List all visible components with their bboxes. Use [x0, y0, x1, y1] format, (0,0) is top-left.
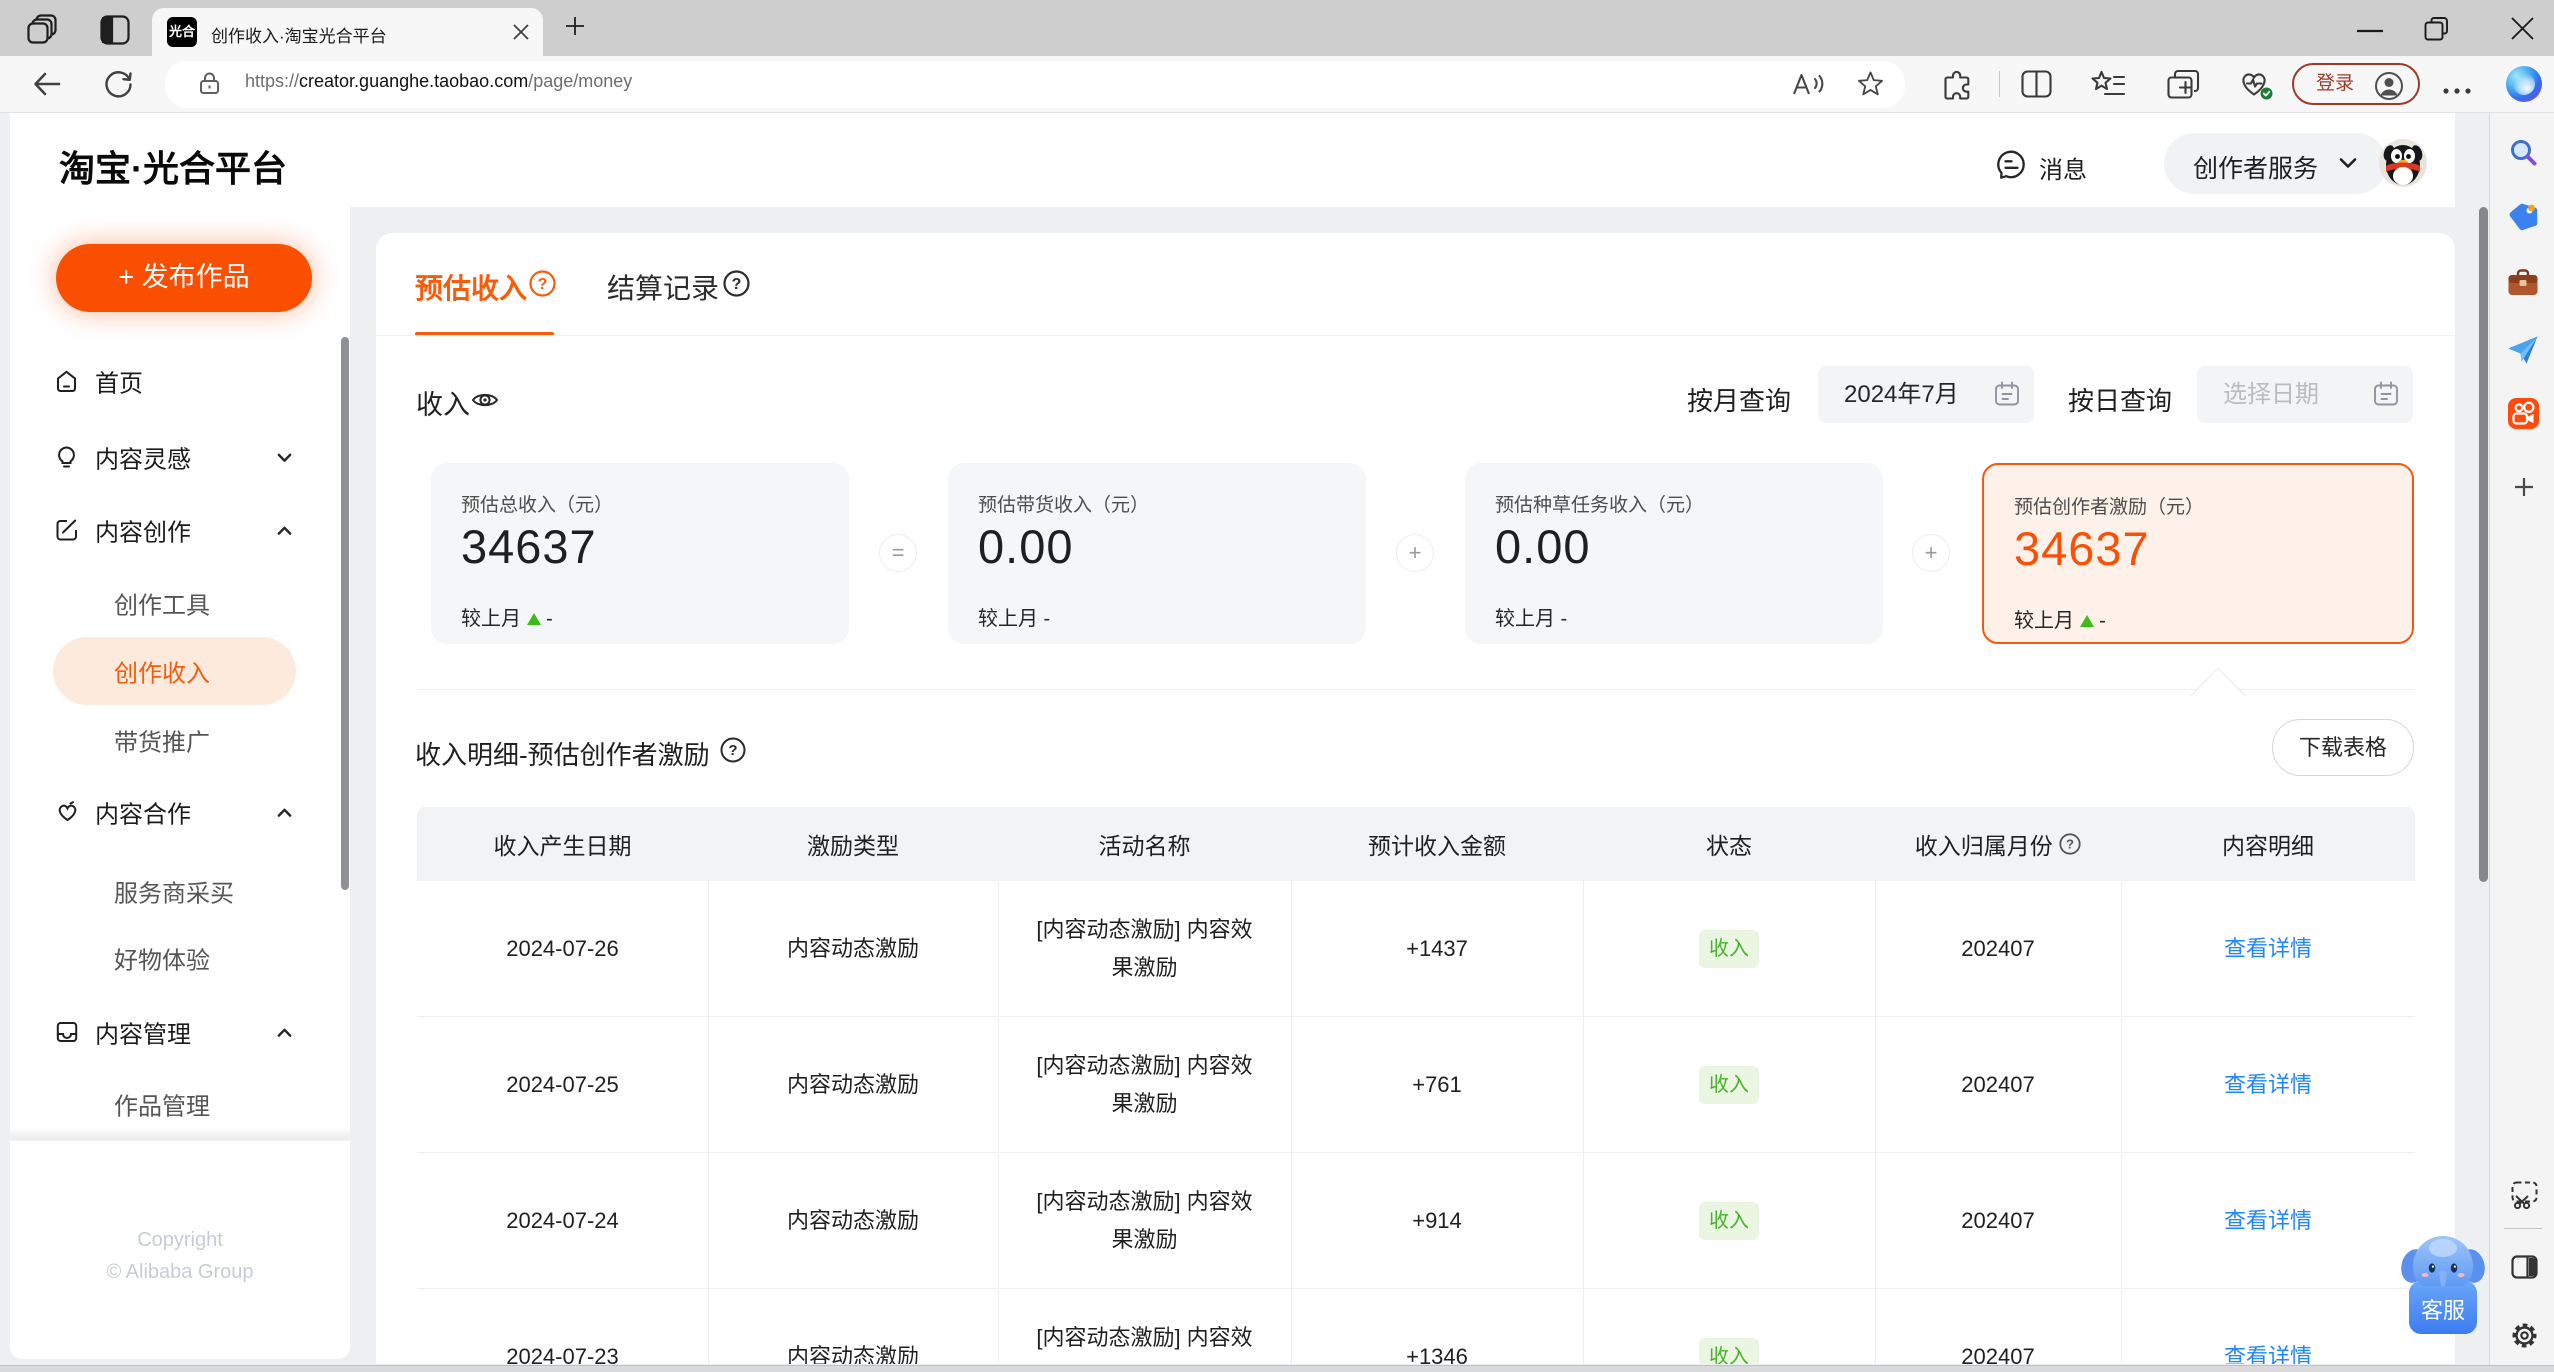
svg-text:?: ? [2066, 837, 2074, 852]
svg-text:?: ? [538, 276, 548, 293]
svg-text:?: ? [728, 742, 737, 759]
svg-text:?: ? [732, 276, 742, 293]
